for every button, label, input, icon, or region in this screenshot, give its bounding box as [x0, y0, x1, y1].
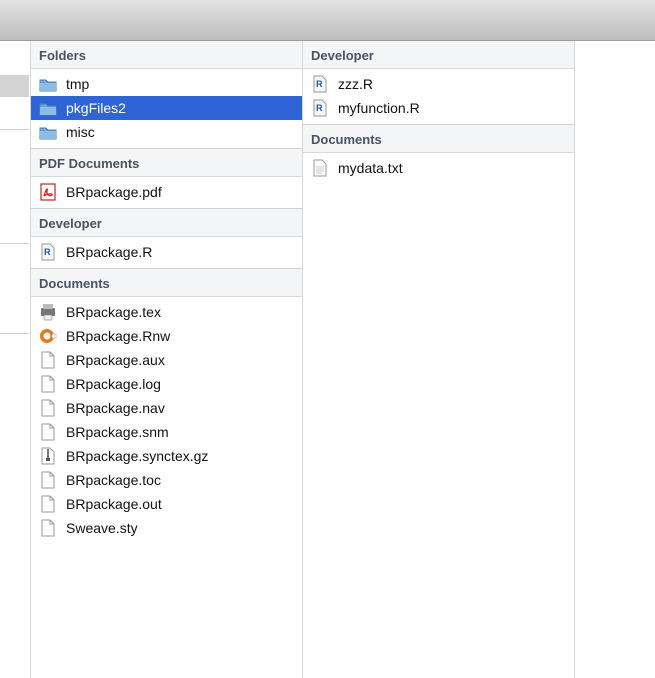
section-folders: Folders tmp pkgFiles2 misc	[31, 41, 302, 149]
section-header: Documents	[303, 125, 574, 153]
file-name: BRpackage.snm	[66, 424, 169, 440]
file-name: Sweave.sty	[66, 520, 138, 536]
section-items: Rzzz.R Rmyfunction.R	[303, 69, 574, 124]
folder-icon	[39, 123, 57, 141]
archive-document-icon	[39, 447, 57, 465]
file-item-brpackage-snm[interactable]: BRpackage.snm	[31, 420, 302, 444]
section-items: R BRpackage.R	[31, 237, 302, 268]
folder-icon	[39, 99, 57, 117]
section-developer: Developer R BRpackage.R	[31, 209, 302, 269]
section-documents: Documents BRpackage.tex BRpackage.Rnw BRpac…	[31, 269, 302, 544]
r-script-icon: R	[39, 243, 57, 261]
file-item-pkgfiles2[interactable]: pkgFiles2	[31, 96, 302, 120]
section-header: Developer	[31, 209, 302, 237]
file-name: BRpackage.synctex.gz	[66, 448, 209, 464]
section-header: Developer	[303, 41, 574, 69]
section-documents: Documents mydata.txt	[303, 125, 574, 184]
file-name: BRpackage.aux	[66, 352, 165, 368]
section-items: mydata.txt	[303, 153, 574, 184]
file-item-brpackage-rnw[interactable]: BRpackage.Rnw	[31, 324, 302, 348]
r-script-icon: R	[311, 99, 329, 117]
file-item-brpackage-tex[interactable]: BRpackage.tex	[31, 300, 302, 324]
file-name: BRpackage.nav	[66, 400, 165, 416]
svg-text:R: R	[44, 247, 51, 257]
file-item-tmp[interactable]: tmp	[31, 72, 302, 96]
section-items: tmp pkgFiles2 misc	[31, 69, 302, 148]
file-item-zzz-r[interactable]: Rzzz.R	[303, 72, 574, 96]
file-item-brpackage-log[interactable]: BRpackage.log	[31, 372, 302, 396]
file-item-myfunction-r[interactable]: Rmyfunction.R	[303, 96, 574, 120]
section-header: Documents	[31, 269, 302, 297]
file-name: pkgFiles2	[66, 100, 126, 116]
r-script-icon: R	[311, 75, 329, 93]
generic-document-icon	[39, 495, 57, 513]
browser-column-pkgfiles-parent[interactable]: Folders tmp pkgFiles2 misc PDF Documents BRpa…	[31, 41, 303, 678]
file-item-sweave-sty[interactable]: Sweave.sty	[31, 516, 302, 540]
file-name: BRpackage.pdf	[66, 184, 162, 200]
generic-document-icon	[39, 399, 57, 417]
file-name: BRpackage.toc	[66, 472, 161, 488]
divider	[0, 129, 29, 130]
file-name: BRpackage.log	[66, 376, 161, 392]
file-name: BRpackage.tex	[66, 304, 161, 320]
browser-column-pkgfiles2[interactable]: Developer Rzzz.R Rmyfunction.R Documents myd…	[303, 41, 575, 678]
tex-document-icon	[39, 303, 57, 321]
file-item-brpackage-nav[interactable]: BRpackage.nav	[31, 396, 302, 420]
file-item-brpackage-pdf[interactable]: BRpackage.pdf	[31, 180, 302, 204]
empty-browser-column[interactable]	[575, 41, 655, 678]
file-name: zzz.R	[338, 76, 373, 92]
file-item-brpackage-synctex-gz[interactable]: BRpackage.synctex.gz	[31, 444, 302, 468]
file-name: misc	[66, 124, 95, 140]
divider	[0, 333, 29, 334]
rnw-document-icon	[39, 327, 57, 345]
section-pdf-documents: PDF Documents BRpackage.pdf	[31, 149, 302, 209]
section-items: BRpackage.tex BRpackage.Rnw BRpackage.aux B…	[31, 297, 302, 544]
file-item-misc[interactable]: misc	[31, 120, 302, 144]
generic-document-icon	[39, 519, 57, 537]
previous-column-stub[interactable]	[0, 41, 31, 678]
section-items: BRpackage.pdf	[31, 177, 302, 208]
pdf-document-icon	[39, 183, 57, 201]
generic-document-icon	[39, 423, 57, 441]
section-header: PDF Documents	[31, 149, 302, 177]
section-header: Folders	[31, 41, 302, 69]
divider	[0, 243, 29, 244]
svg-text:R: R	[316, 79, 323, 89]
file-item-brpackage-aux[interactable]: BRpackage.aux	[31, 348, 302, 372]
svg-text:R: R	[316, 103, 323, 113]
file-name: myfunction.R	[338, 100, 420, 116]
generic-document-icon	[39, 375, 57, 393]
folder-icon	[39, 75, 57, 93]
file-name: mydata.txt	[338, 160, 403, 176]
window-titlebar	[0, 0, 655, 41]
section-developer: Developer Rzzz.R Rmyfunction.R	[303, 41, 574, 125]
text-document-icon	[311, 159, 329, 177]
file-name: BRpackage.out	[66, 496, 162, 512]
file-item-brpackage-out[interactable]: BRpackage.out	[31, 492, 302, 516]
previous-selection-stub	[0, 75, 29, 97]
file-item-brpackage-r[interactable]: R BRpackage.R	[31, 240, 302, 264]
file-name: BRpackage.R	[66, 244, 153, 260]
file-item-mydata-txt[interactable]: mydata.txt	[303, 156, 574, 180]
generic-document-icon	[39, 351, 57, 369]
file-name: tmp	[66, 76, 90, 92]
file-item-brpackage-toc[interactable]: BRpackage.toc	[31, 468, 302, 492]
generic-document-icon	[39, 471, 57, 489]
file-name: BRpackage.Rnw	[66, 328, 171, 344]
